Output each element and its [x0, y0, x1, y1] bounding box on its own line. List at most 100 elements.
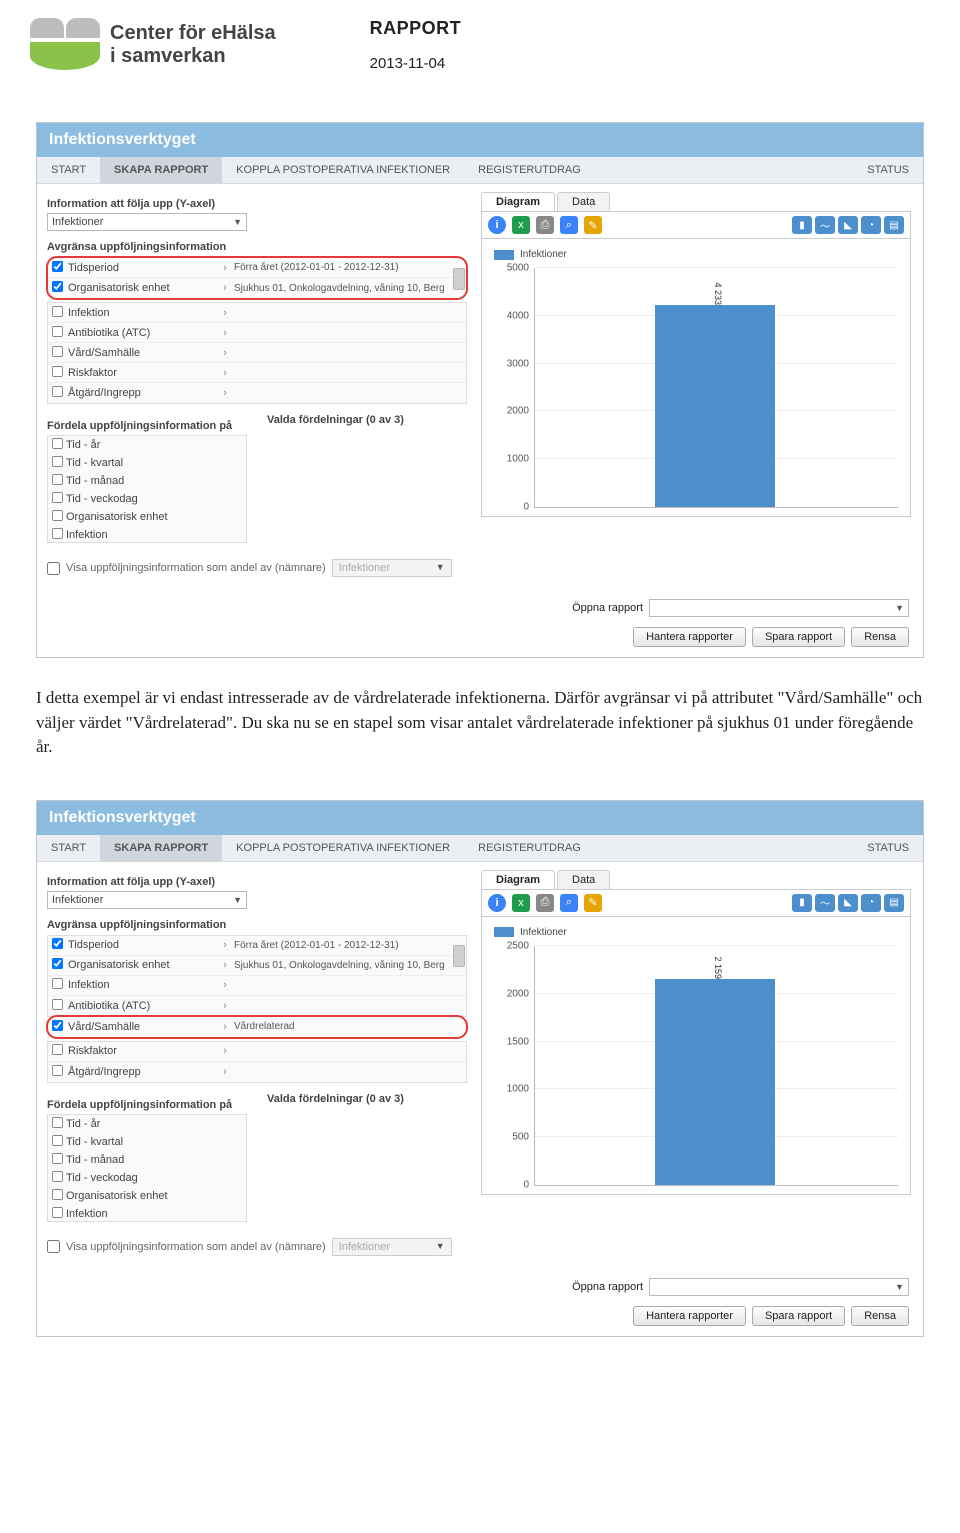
bar-chart-2: 0 500 1000 1500 2000 2500 2 159: [534, 946, 898, 1186]
checkbox-andel[interactable]: [47, 562, 60, 575]
andel-select: Infektioner ▼: [332, 1238, 452, 1256]
info-icon[interactable]: i: [488, 216, 506, 234]
expand-icon[interactable]: ›: [216, 959, 234, 971]
print-icon[interactable]: ⎙: [536, 216, 554, 234]
checkbox-atgard[interactable]: [48, 385, 66, 401]
chart-bar-icon[interactable]: ▮: [792, 894, 812, 912]
expand-icon[interactable]: ›: [216, 262, 234, 274]
checkbox-orgenhet[interactable]: [48, 280, 66, 296]
nav-start[interactable]: START: [37, 157, 100, 183]
body-paragraph: I detta exempel är vi endast intresserad…: [36, 686, 924, 760]
bar-value-label: 2 159: [713, 956, 723, 979]
manage-reports-button[interactable]: Hantera rapporter: [633, 627, 746, 647]
tab-diagram[interactable]: Diagram: [481, 192, 555, 211]
manage-reports-button[interactable]: Hantera rapporter: [633, 1306, 746, 1326]
checkbox-riskfaktor[interactable]: [48, 365, 66, 381]
filter-section-label: Avgränsa uppföljningsinformation: [47, 241, 467, 253]
nav-status[interactable]: STATUS: [853, 835, 923, 861]
filter-vardsamhalle-value: Vårdrelaterad: [234, 1021, 452, 1032]
excel-icon[interactable]: x: [512, 894, 530, 912]
expand-icon[interactable]: ›: [216, 1000, 234, 1012]
nav-koppla[interactable]: KOPPLA POSTOPERATIVA INFEKTIONER: [222, 835, 464, 861]
open-report-select[interactable]: ▼: [649, 599, 909, 617]
expand-icon[interactable]: ›: [216, 979, 234, 991]
chevron-down-icon: ▼: [895, 1282, 904, 1292]
filter-antibiotika-label: Antibiotika (ATC): [66, 327, 216, 339]
chevron-down-icon: ▼: [436, 562, 445, 574]
clear-button[interactable]: Rensa: [851, 1306, 909, 1326]
nav-registerutdrag[interactable]: REGISTERUTDRAG: [464, 157, 595, 183]
zoom-icon[interactable]: ⌕: [560, 894, 578, 912]
checkbox-antibiotika[interactable]: [48, 325, 66, 341]
chart-stacked-icon[interactable]: ▤: [884, 894, 904, 912]
checkbox-vardsamhalle[interactable]: [48, 1019, 66, 1035]
ytick: 3000: [495, 358, 529, 369]
print-icon[interactable]: ⎙: [536, 894, 554, 912]
nav-skapa-rapport[interactable]: SKAPA RAPPORT: [100, 835, 222, 861]
checkbox-infektion[interactable]: [48, 305, 66, 321]
save-report-button[interactable]: Spara rapport: [752, 627, 845, 647]
yaxis-value: Infektioner: [52, 216, 103, 228]
expand-icon[interactable]: ›: [216, 347, 234, 359]
tab-data[interactable]: Data: [557, 192, 610, 211]
chart-pie-icon[interactable]: ◔: [861, 894, 881, 912]
expand-icon[interactable]: ›: [216, 1066, 234, 1078]
tab-data[interactable]: Data: [557, 870, 610, 889]
fordela-list[interactable]: Tid - år Tid - kvartal Tid - månad Tid -…: [47, 435, 247, 543]
expand-icon[interactable]: ›: [216, 1045, 234, 1057]
fordela-label: Fördela uppföljningsinformation på: [47, 1099, 247, 1111]
excel-icon[interactable]: x: [512, 216, 530, 234]
filter-vardsamhalle-label: Vård/Samhälle: [66, 347, 216, 359]
expand-icon[interactable]: ›: [216, 387, 234, 399]
filter-highlight-tidsperiod-org: Tidsperiod › Förra året (2012-01-01 - 20…: [47, 257, 467, 299]
chart-line-icon[interactable]: 〜: [815, 216, 835, 234]
chart-area-icon[interactable]: ◣: [838, 216, 858, 234]
checkbox-tidsperiod[interactable]: [48, 937, 66, 953]
chart-type-group: ▮ 〜 ◣ ◔ ▤: [792, 216, 904, 234]
open-report-select[interactable]: ▼: [649, 1278, 909, 1296]
nav-koppla[interactable]: KOPPLA POSTOPERATIVA INFEKTIONER: [222, 157, 464, 183]
expand-icon[interactable]: ›: [216, 367, 234, 379]
chart-stacked-icon[interactable]: ▤: [884, 216, 904, 234]
checkbox-andel[interactable]: [47, 1240, 60, 1253]
paint-icon[interactable]: ✎: [584, 216, 602, 234]
expand-icon[interactable]: ›: [216, 327, 234, 339]
yaxis-select[interactable]: Infektioner ▼: [47, 213, 247, 231]
checkbox-antibiotika[interactable]: [48, 998, 66, 1014]
expand-icon[interactable]: ›: [216, 1021, 234, 1033]
filter-highlight-vardsamhalle: Vård/Samhälle › Vårdrelaterad: [47, 1016, 467, 1038]
info-icon[interactable]: i: [488, 894, 506, 912]
chart-bar-icon[interactable]: ▮: [792, 216, 812, 234]
chart-area-icon[interactable]: ◣: [838, 894, 858, 912]
checkbox-atgard[interactable]: [48, 1064, 66, 1080]
tab-diagram[interactable]: Diagram: [481, 870, 555, 889]
filter-tidsperiod-label: Tidsperiod: [66, 939, 216, 951]
nav-registerutdrag[interactable]: REGISTERUTDRAG: [464, 835, 595, 861]
zoom-icon[interactable]: ⌕: [560, 216, 578, 234]
scrollbar-thumb[interactable]: [453, 268, 465, 290]
expand-icon[interactable]: ›: [216, 939, 234, 951]
scrollbar-thumb[interactable]: [453, 945, 465, 967]
bar-chart-1: 0 1000 2000 3000 4000 5000 4 233: [534, 268, 898, 508]
paint-icon[interactable]: ✎: [584, 894, 602, 912]
chart-line-icon[interactable]: 〜: [815, 894, 835, 912]
org-name: Center för eHälsa i samverkan: [110, 22, 276, 68]
nav-start[interactable]: START: [37, 835, 100, 861]
checkbox-tidsperiod[interactable]: [48, 260, 66, 276]
checkbox-vardsamhalle[interactable]: [48, 345, 66, 361]
yaxis-select[interactable]: Infektioner ▼: [47, 891, 247, 909]
nav-skapa-rapport[interactable]: SKAPA RAPPORT: [100, 157, 222, 183]
doc-meta: RAPPORT 2013-11-04: [370, 18, 462, 72]
checkbox-orgenhet[interactable]: [48, 957, 66, 973]
expand-icon[interactable]: ›: [216, 307, 234, 319]
clear-button[interactable]: Rensa: [851, 627, 909, 647]
checkbox-riskfaktor[interactable]: [48, 1043, 66, 1059]
checkbox-infektion[interactable]: [48, 977, 66, 993]
save-report-button[interactable]: Spara rapport: [752, 1306, 845, 1326]
filter-infektion-label: Infektion: [66, 307, 216, 319]
expand-icon[interactable]: ›: [216, 282, 234, 294]
fordela-list[interactable]: Tid - år Tid - kvartal Tid - månad Tid -…: [47, 1114, 247, 1222]
chart-area-1: Infektioner 0 1000 2000 3000 4000 5000 4…: [481, 239, 911, 517]
chart-pie-icon[interactable]: ◔: [861, 216, 881, 234]
nav-status[interactable]: STATUS: [853, 157, 923, 183]
